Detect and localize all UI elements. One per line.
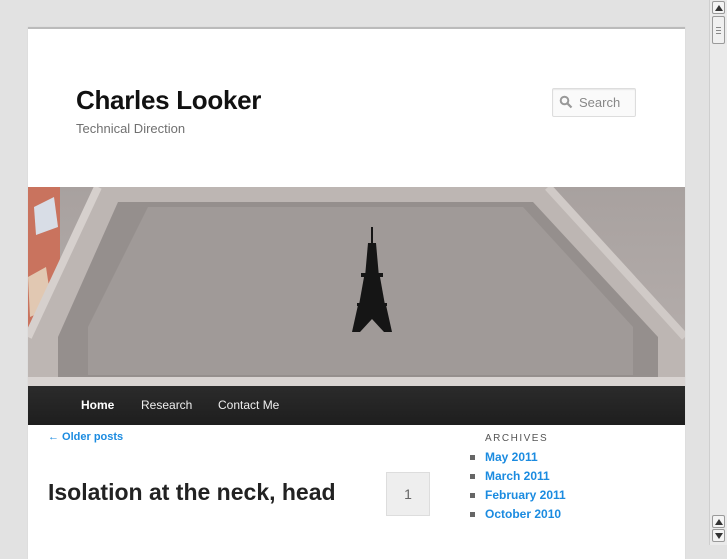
scroll-thumb[interactable]: [712, 16, 725, 44]
scroll-up-button[interactable]: [712, 1, 725, 14]
site-title[interactable]: Charles Looker: [76, 85, 261, 116]
scroll-down-button[interactable]: [712, 529, 725, 542]
archive-link[interactable]: February 2011: [485, 488, 566, 502]
nav-item-home[interactable]: Home: [81, 398, 114, 412]
comment-count[interactable]: 1: [386, 472, 430, 516]
arrow-up-icon: [715, 519, 723, 525]
search-input[interactable]: [579, 94, 631, 110]
main-nav: Home Research Contact Me: [28, 386, 685, 425]
scroll-up-button-lower[interactable]: [712, 515, 725, 528]
nav-item-contact[interactable]: Contact Me: [218, 398, 279, 412]
header-image: [28, 187, 685, 386]
archive-link[interactable]: May 2011: [485, 450, 538, 464]
archive-item: February 2011: [470, 488, 566, 507]
vertical-scrollbar[interactable]: [709, 0, 727, 545]
site-description: Technical Direction: [76, 121, 186, 136]
nav-item-research[interactable]: Research: [141, 398, 192, 412]
search-icon: [559, 95, 573, 109]
archives-list: May 2011 March 2011 February 2011 Octobe…: [470, 450, 566, 526]
archives-title: Archives: [485, 433, 549, 444]
search-box[interactable]: [552, 88, 636, 117]
archive-item: March 2011: [470, 469, 566, 488]
archive-link[interactable]: March 2011: [485, 469, 550, 483]
arrow-down-icon: [715, 533, 723, 539]
archive-link[interactable]: October 2010: [485, 507, 561, 521]
archive-item: October 2010: [470, 507, 566, 526]
arrow-up-icon: [715, 5, 723, 11]
older-posts-link[interactable]: ← Older posts: [48, 431, 123, 443]
post-title[interactable]: Isolation at the neck, head: [48, 474, 368, 510]
archive-item: May 2011: [470, 450, 566, 469]
